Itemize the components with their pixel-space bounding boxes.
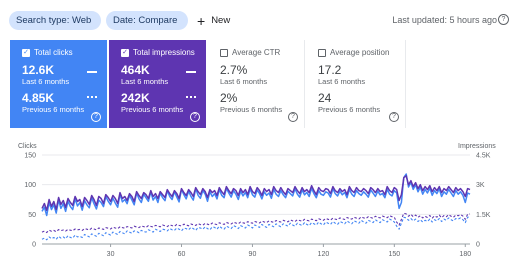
plus-icon: + [197, 12, 206, 29]
metric-current-period: Last 6 months [121, 77, 169, 86]
right-axis-title: Impressions [458, 143, 496, 150]
help-icon[interactable]: ? [389, 112, 399, 122]
x-tick-label: 30 [107, 251, 115, 258]
checkbox-checked-icon[interactable]: ✓ [22, 48, 30, 57]
date-filter-label: Date: Compare [113, 15, 178, 26]
metric-label: Total impressions [133, 48, 195, 57]
metric-label: Average position [330, 48, 390, 57]
metric-previous-period: Previous 6 months [220, 105, 283, 114]
search-type-filter-chip[interactable]: Search type: Web [9, 11, 101, 30]
checkbox-unchecked-icon[interactable] [318, 48, 326, 57]
total-clicks-card[interactable]: ✓ Total clicks 12.6K Last 6 months 4.85K… [10, 40, 107, 128]
solid-line-legend-icon [87, 71, 97, 73]
metric-previous-value: 4.85K [22, 91, 55, 105]
help-icon[interactable]: ? [498, 14, 509, 25]
right-tick-label: 0 [476, 242, 480, 249]
left-tick-label: 50 [28, 212, 36, 219]
chart-series-lines [41, 173, 471, 241]
right-tick-label: 3K [476, 182, 485, 189]
left-tick-label: 0 [32, 242, 36, 249]
help-icon[interactable]: ? [288, 112, 298, 122]
metric-previous-value: 24 [318, 91, 332, 105]
help-icon[interactable]: ? [91, 112, 101, 122]
metric-previous-value: 2% [220, 91, 238, 105]
metric-current-period: Last 6 months [318, 77, 366, 86]
x-tick-label: 150 [388, 251, 400, 258]
metric-previous-period: Previous 6 months [121, 105, 184, 114]
dashed-line-legend-icon [87, 96, 97, 98]
metric-current-period: Last 6 months [22, 77, 70, 86]
average-ctr-card[interactable]: Average CTR 2.7% Last 6 months 2% Previo… [208, 40, 305, 128]
metric-label: Total clicks [34, 48, 73, 57]
left-tick-label: 150 [24, 153, 36, 160]
new-filter-button[interactable]: + New [197, 11, 230, 30]
metric-previous-period: Previous 6 months [22, 105, 85, 114]
impressions-previous-line [41, 212, 471, 234]
solid-line-legend-icon [186, 71, 196, 73]
checkbox-checked-icon[interactable]: ✓ [121, 48, 129, 57]
total-impressions-card[interactable]: ✓ Total impressions 464K Last 6 months 2… [109, 40, 206, 128]
x-tick-label: 180 [459, 251, 471, 258]
metric-previous-period: Previous 6 months [318, 105, 381, 114]
x-tick-label: 90 [249, 251, 257, 258]
metric-current-value: 17.2 [318, 63, 342, 77]
x-tick-label: 120 [318, 251, 330, 258]
right-tick-label: 1.5K [476, 212, 491, 219]
metric-current-value: 2.7% [220, 63, 248, 77]
metric-current-period: Last 6 months [220, 77, 268, 86]
new-filter-label: New [211, 15, 231, 26]
left-tick-label: 100 [24, 182, 36, 189]
checkbox-unchecked-icon[interactable] [220, 48, 228, 57]
right-tick-label: 4.5K [476, 153, 491, 160]
last-updated-text: Last updated: 5 hours ago [392, 15, 497, 25]
help-icon[interactable]: ? [190, 112, 200, 122]
average-position-card[interactable]: Average position 17.2 Last 6 months 24 P… [306, 40, 406, 128]
search-type-label: Search type: Web [16, 15, 92, 26]
dashed-line-legend-icon [186, 96, 196, 98]
performance-chart[interactable]: Clicks Impressions 150 100 50 0 4.5K 3K 1.5K 0 3… [0, 140, 512, 264]
date-filter-chip[interactable]: Date: Compare [106, 11, 188, 30]
left-axis-title: Clicks [18, 143, 37, 150]
x-tick-label: 60 [178, 251, 186, 258]
metric-previous-value: 242K [121, 91, 150, 105]
metric-label: Average CTR [232, 48, 281, 57]
